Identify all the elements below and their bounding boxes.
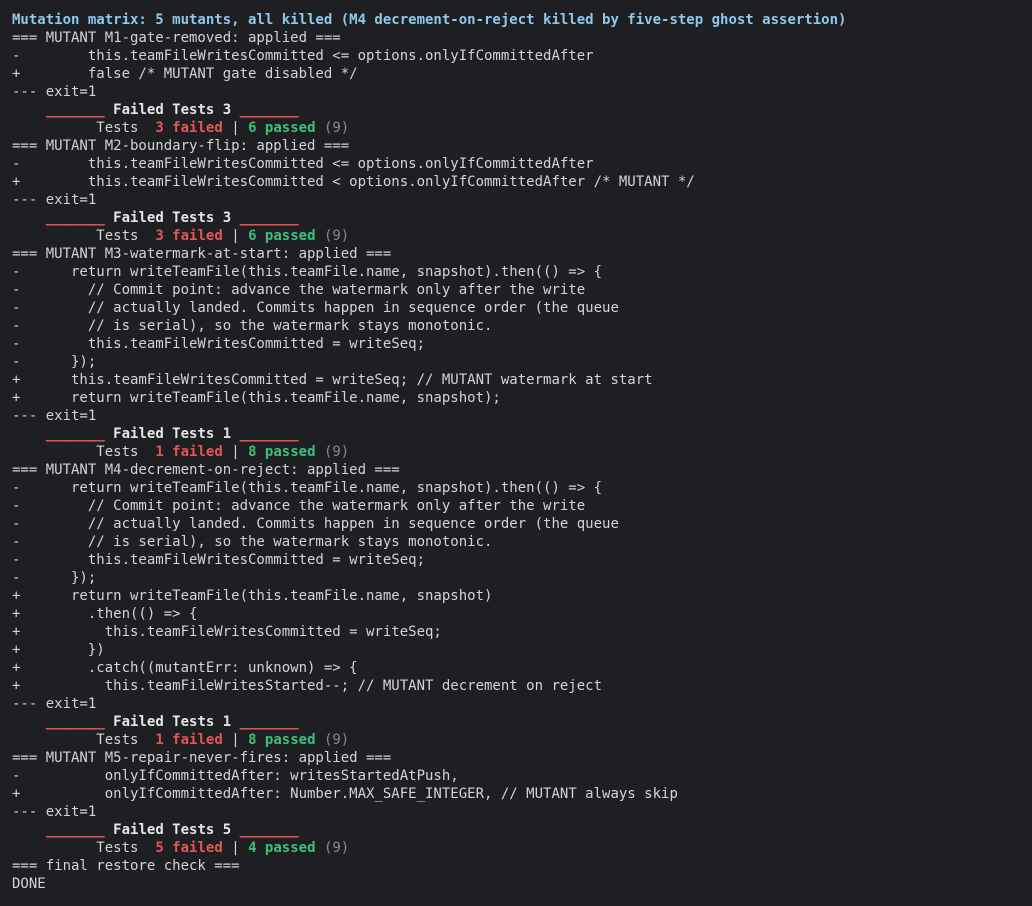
- final-restore-check: === final restore check ===: [12, 858, 240, 874]
- diff-line-removed: - onlyIfCommittedAfter: writesStartedAtP…: [12, 768, 459, 784]
- total-count: (9): [323, 228, 350, 244]
- exit-status: --- exit=1: [12, 192, 97, 208]
- diff-line-removed: - // Commit point: advance the watermark…: [12, 498, 586, 514]
- mutant-header: === MUTANT M2-boundary-flip: applied ===: [12, 138, 350, 154]
- failed-count: 5 failed: [155, 840, 223, 856]
- mutant-header: === MUTANT M3-watermark-at-start: applie…: [12, 246, 392, 262]
- diff-line-added: + this.teamFileWritesStarted--; // MUTAN…: [12, 678, 603, 694]
- total-count: (9): [323, 732, 350, 748]
- passed-count: 4 passed: [248, 840, 316, 856]
- summary-separator: |: [231, 120, 240, 136]
- tests-summary: Tests 5 failed | 4 passed (9): [12, 839, 1032, 857]
- failed-tests-header: _______ Failed Tests 3 _______: [12, 101, 1032, 119]
- failed-tests-label: Failed Tests 3: [113, 102, 232, 118]
- diff-line-added: + onlyIfCommittedAfter: Number.MAX_SAFE_…: [12, 786, 678, 802]
- failed-bar-left: _______: [45, 822, 105, 838]
- failed-bar-right: _______: [239, 210, 299, 226]
- diff-line-removed: - // actually landed. Commits happen in …: [12, 300, 619, 316]
- tests-label: Tests: [96, 120, 139, 136]
- failed-tests-header: _______ Failed Tests 3 _______: [12, 209, 1032, 227]
- mutant-block-m2: === MUTANT M2-boundary-flip: applied ===…: [12, 137, 1032, 245]
- matrix-title: Mutation matrix: 5 mutants, all killed (…: [12, 12, 847, 28]
- failed-bar-right: _______: [239, 426, 299, 442]
- tests-summary: Tests 1 failed | 8 passed (9): [12, 443, 1032, 461]
- diff-line-added: + }): [12, 642, 105, 658]
- diff-line-added: + false /* MUTANT gate disabled */: [12, 66, 358, 82]
- total-count: (9): [323, 444, 350, 460]
- terminal-output: Mutation matrix: 5 mutants, all killed (…: [0, 0, 1032, 906]
- mutant-block-m3: === MUTANT M3-watermark-at-start: applie…: [12, 245, 1032, 461]
- summary-separator: |: [231, 228, 240, 244]
- passed-count: 6 passed: [248, 228, 316, 244]
- diff-line-added: + return writeTeamFile(this.teamFile.nam…: [12, 390, 501, 406]
- tests-summary: Tests 1 failed | 8 passed (9): [12, 731, 1032, 749]
- exit-status: --- exit=1: [12, 408, 97, 424]
- failed-count: 3 failed: [155, 228, 223, 244]
- diff-line-added: + this.teamFileWritesCommitted < options…: [12, 174, 695, 190]
- failed-tests-header: _______ Failed Tests 5 _______: [12, 821, 1032, 839]
- mutant-header: === MUTANT M5-repair-never-fires: applie…: [12, 750, 392, 766]
- failed-tests-label: Failed Tests 1: [113, 714, 232, 730]
- mutant-header: === MUTANT M4-decrement-on-reject: appli…: [12, 462, 400, 478]
- diff-line-removed: - return writeTeamFile(this.teamFile.nam…: [12, 480, 603, 496]
- summary-separator: |: [231, 444, 240, 460]
- failed-bar-left: _______: [45, 426, 105, 442]
- done-line: DONE: [12, 876, 46, 892]
- diff-line-added: + this.teamFileWritesCommitted = writeSe…: [12, 372, 653, 388]
- exit-status: --- exit=1: [12, 696, 97, 712]
- failed-count: 3 failed: [155, 120, 223, 136]
- diff-line-removed: - // is serial), so the watermark stays …: [12, 534, 493, 550]
- tests-label: Tests: [96, 228, 139, 244]
- failed-bar-right: _______: [239, 102, 299, 118]
- diff-line-removed: - this.teamFileWritesCommitted = writeSe…: [12, 552, 426, 568]
- mutant-header: === MUTANT M1-gate-removed: applied ===: [12, 30, 341, 46]
- total-count: (9): [323, 120, 350, 136]
- diff-line-removed: - return writeTeamFile(this.teamFile.nam…: [12, 264, 603, 280]
- diff-line-added: + return writeTeamFile(this.teamFile.nam…: [12, 588, 493, 604]
- diff-line-added: + .then(() => {: [12, 606, 198, 622]
- failed-bar-left: _______: [45, 714, 105, 730]
- passed-count: 8 passed: [248, 444, 316, 460]
- diff-line-removed: - });: [12, 354, 97, 370]
- mutant-block-m1: === MUTANT M1-gate-removed: applied === …: [12, 29, 1032, 137]
- diff-line-added: + .catch((mutantErr: unknown) => {: [12, 660, 358, 676]
- failed-tests-label: Failed Tests 3: [113, 210, 232, 226]
- tests-summary: Tests 3 failed | 6 passed (9): [12, 227, 1032, 245]
- diff-line-removed: - this.teamFileWritesCommitted = writeSe…: [12, 336, 426, 352]
- mutant-block-m5: === MUTANT M5-repair-never-fires: applie…: [12, 749, 1032, 857]
- failed-tests-label: Failed Tests 5: [113, 822, 232, 838]
- tests-label: Tests: [96, 732, 139, 748]
- failed-bar-left: _______: [45, 102, 105, 118]
- exit-status: --- exit=1: [12, 804, 97, 820]
- failed-bar-left: _______: [45, 210, 105, 226]
- tests-label: Tests: [96, 444, 139, 460]
- mutant-block-m4: === MUTANT M4-decrement-on-reject: appli…: [12, 461, 1032, 749]
- diff-line-removed: - // is serial), so the watermark stays …: [12, 318, 493, 334]
- failed-bar-right: _______: [239, 822, 299, 838]
- diff-line-added: + this.teamFileWritesCommitted = writeSe…: [12, 624, 442, 640]
- tests-label: Tests: [96, 840, 139, 856]
- failed-tests-header: _______ Failed Tests 1 _______: [12, 425, 1032, 443]
- diff-line-removed: - });: [12, 570, 97, 586]
- diff-line-removed: - this.teamFileWritesCommitted <= option…: [12, 156, 594, 172]
- total-count: (9): [323, 840, 350, 856]
- failed-tests-header: _______ Failed Tests 1 _______: [12, 713, 1032, 731]
- tests-summary: Tests 3 failed | 6 passed (9): [12, 119, 1032, 137]
- summary-separator: |: [231, 732, 240, 748]
- diff-line-removed: - this.teamFileWritesCommitted <= option…: [12, 48, 594, 64]
- diff-line-removed: - // Commit point: advance the watermark…: [12, 282, 586, 298]
- exit-status: --- exit=1: [12, 84, 97, 100]
- failed-bar-right: _______: [239, 714, 299, 730]
- summary-separator: |: [231, 840, 240, 856]
- passed-count: 6 passed: [248, 120, 316, 136]
- failed-count: 1 failed: [155, 444, 223, 460]
- diff-line-removed: - // actually landed. Commits happen in …: [12, 516, 619, 532]
- failed-count: 1 failed: [155, 732, 223, 748]
- failed-tests-label: Failed Tests 1: [113, 426, 232, 442]
- passed-count: 8 passed: [248, 732, 316, 748]
